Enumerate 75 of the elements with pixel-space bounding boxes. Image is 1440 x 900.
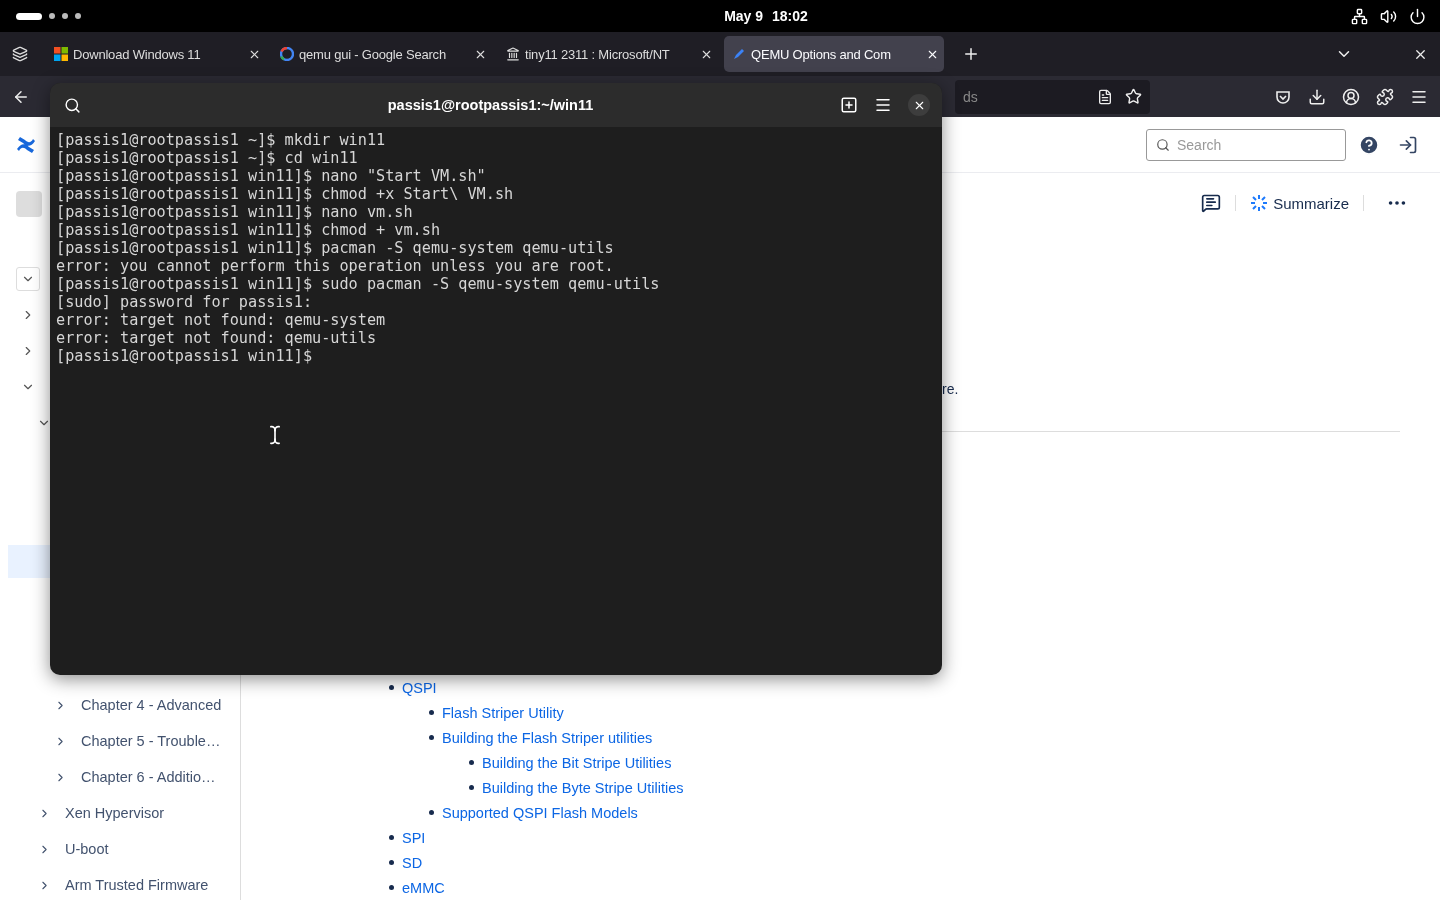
account-icon[interactable] (1342, 87, 1360, 106)
bullet-icon (389, 685, 394, 690)
page-link[interactable]: Building the Flash Striper utilities (442, 729, 653, 746)
sidebar-item[interactable]: U-boot (65, 841, 109, 857)
time-label[interactable]: 18:02 (772, 8, 808, 24)
sidebar-item[interactable]: Chapter 6 - Additio… (81, 769, 216, 785)
power-icon[interactable] (1409, 7, 1426, 25)
volume-icon[interactable] (1380, 7, 1397, 25)
terminal-line: [passis1@rootpassis1 win11]$ chmod + vm.sh (56, 221, 442, 239)
browser-tab[interactable]: tiny11 2311 : Microsoft/NT (498, 36, 718, 72)
page-link[interactable]: eMMC (402, 879, 445, 896)
comment-icon[interactable] (1201, 193, 1222, 213)
browser-tab[interactable]: Download Windows 11 (46, 36, 266, 72)
menu-icon[interactable] (874, 96, 892, 114)
bullet-icon (429, 710, 434, 715)
bullet-icon (469, 760, 474, 765)
sidebar-item[interactable]: Arm Trusted Firmware (65, 877, 209, 893)
body-text: re. (942, 381, 960, 397)
page-link[interactable]: SD (402, 854, 423, 871)
expand-toggle[interactable] (16, 267, 40, 291)
sidebar-item[interactable]: Chapter 4 - Advanced (81, 697, 222, 713)
google-logo-icon (280, 47, 294, 61)
bullet-icon (429, 735, 434, 740)
terminal-line: error: you cannot perform this operation unless you are root. (56, 257, 615, 275)
date-label[interactable]: May 9 (724, 8, 764, 24)
workspace-indicator[interactable] (16, 12, 81, 20)
logo-icon[interactable] (16, 135, 36, 154)
terminal-line: [passis1@rootpassis1 ~]$ mkdir win11 (56, 131, 387, 149)
bullet-icon (469, 785, 474, 790)
bullet-icon (429, 810, 434, 815)
page-link[interactable]: Flash Striper Utility (442, 704, 564, 721)
terminal-line: [passis1@rootpassis1 win11]$ pacman -S qemu-system qemu-utils (56, 239, 615, 257)
browser-tab[interactable]: QEMU Options and Com (724, 36, 944, 72)
tab-overview-icon[interactable] (12, 46, 28, 62)
page-link[interactable]: Building the Byte Stripe Utilities (482, 779, 684, 796)
terminal-line: [sudo] password for passis1: (56, 293, 314, 311)
new-tab-icon[interactable] (962, 45, 980, 63)
window-title: passis1@rootpassis1:~/win11 (386, 97, 595, 113)
sparkle-icon (1250, 194, 1269, 212)
selected-item-highlight (8, 545, 50, 578)
page-link[interactable]: Building the Bit Stripe Utilities (482, 754, 672, 771)
terminal-line: [passis1@rootpassis1 win11]$ sudo pacman -S qemu-system qemu-utils (56, 275, 661, 293)
temple-icon (506, 47, 520, 61)
browser-tab[interactable]: qemu gui - Google Search (272, 36, 492, 72)
page-link[interactable]: SPI (402, 829, 426, 846)
star-icon[interactable] (1125, 88, 1142, 105)
terminal-line: error: target not found: qemu-system (56, 311, 387, 329)
bullet-icon (389, 835, 394, 840)
new-tab-icon[interactable] (840, 96, 858, 114)
search-icon[interactable] (64, 96, 81, 114)
terminal-line: error: target not found: qemu-utils (56, 329, 378, 347)
url-field[interactable]: ds (955, 79, 1150, 114)
download-icon[interactable] (1308, 87, 1326, 106)
bullet-icon (389, 860, 394, 865)
sidebar-item[interactable]: Xen Hypervisor (65, 805, 165, 821)
search-icon (1156, 137, 1170, 152)
terminal-line: [passis1@rootpassis1 ~]$ cd win11 (56, 149, 359, 167)
search-field[interactable]: Search (1146, 128, 1346, 161)
terminal-line: [passis1@rootpassis1 win11]$ nano "Start VM.sh" (56, 167, 487, 185)
windows-logo-icon (54, 47, 68, 61)
close-button[interactable] (908, 94, 930, 116)
reader-view-icon[interactable] (1097, 88, 1113, 105)
terminal-line: [passis1@rootpassis1 win11]$ nano vm.sh (56, 203, 414, 221)
page-link[interactable]: QSPI (402, 679, 437, 696)
puzzle-icon[interactable] (1376, 87, 1394, 106)
sign-in-icon[interactable] (1398, 134, 1418, 155)
terminal-line: [passis1@rootpassis1 win11]$ (56, 347, 314, 365)
help-icon[interactable] (1358, 133, 1380, 156)
bullet-icon (389, 885, 394, 890)
sidebar-item[interactable]: Chapter 5 - Trouble… (81, 733, 221, 749)
page-link[interactable]: Supported QSPI Flash Models (442, 804, 638, 821)
terminal-line: [passis1@rootpassis1 win11]$ chmod +x Start\ VM.sh (56, 185, 515, 203)
network-icon[interactable] (1351, 7, 1368, 25)
pen-logo-icon (732, 47, 746, 61)
summarize-button[interactable]: Summarize (1250, 194, 1349, 212)
